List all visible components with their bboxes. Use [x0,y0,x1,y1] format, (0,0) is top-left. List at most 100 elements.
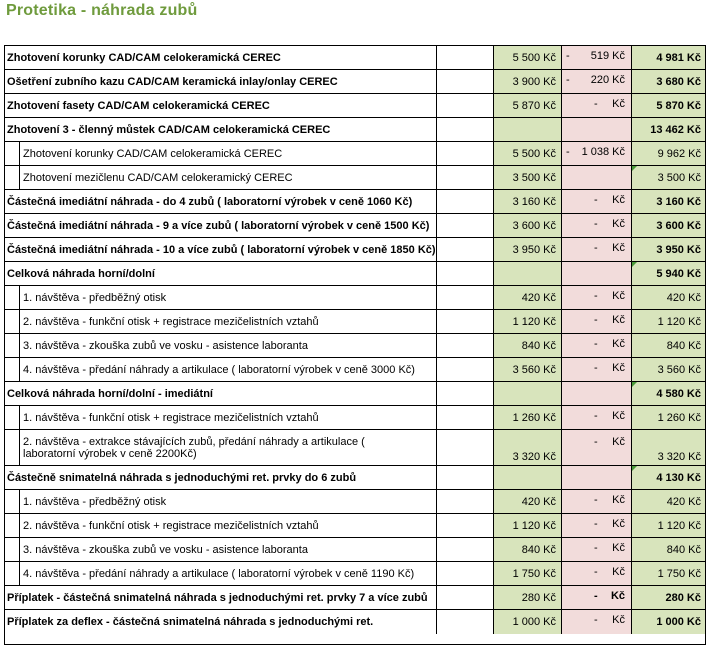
price-value: 840 Kč [521,543,556,556]
discount-dash: - [594,194,598,206]
row-label-text: Zhotovení korunky CAD/CAM celokeramická … [23,147,283,160]
price-value: 840 Kč [521,339,556,352]
discount-cell: - 519 Kč [562,46,632,69]
row-label-text: Částečná imediátní náhrada - 10 a více z… [7,243,436,256]
cell-comment-marker-icon [632,382,637,387]
row-label-text-line2: laboratorní výrobek v ceně 2200Kč) [23,447,197,460]
row-label: Celková náhrada horní/dolní - imediátní [5,382,437,405]
cell-comment-marker-icon [632,262,637,267]
table-row: 1. návštěva - předběžný otisk 420 Kč - Kč 42… [5,286,705,310]
discount-cell: - Kč [562,238,632,261]
discount-value: Kč [612,362,625,374]
empty-cell [437,538,494,561]
empty-cell [437,94,494,117]
final-price-value: 280 Kč [665,591,701,604]
discount-dash: - [566,74,570,86]
discount-cell: - Kč [562,490,632,513]
table-row: Celková náhrada horní/dolní 5 940 Kč [5,262,705,286]
row-label-text: 4. návštěva - předání náhrady a artikula… [23,567,415,580]
discount-value: Kč [612,194,625,206]
discount-cell: - Kč [562,610,632,634]
row-label-text: Částečná imediátní náhrada - do 4 zubů (… [7,195,413,208]
discount-value: Kč [612,494,625,506]
row-label: Příplatek - částečná snimatelná náhrada … [5,586,437,609]
final-price-value: 840 Kč [666,339,701,352]
final-price-cell: 3 950 Kč [632,238,705,261]
row-label: Zhotovení korunky CAD/CAM celokeramická … [5,142,437,165]
price-value: 280 Kč [521,591,556,604]
final-price-cell: 1 000 Kč [632,610,705,634]
price-value: 3 900 Kč [512,75,556,88]
final-price-cell: 4 130 Kč [632,466,705,489]
row-label: Zhotovení 3 - členný můstek CAD/CAM celo… [5,118,437,141]
final-price-cell: 3 680 Kč [632,70,705,93]
price-value: 3 320 Kč [512,451,556,463]
table-row: 2. návštěva - extrakce stávajících zubů,… [5,430,705,466]
discount-cell: -1 038 Kč [562,142,632,165]
final-price-cell: 840 Kč [632,538,705,561]
row-label-text: Celková náhrada horní/dolní - imediátní [7,387,213,400]
final-price-cell: 420 Kč [632,490,705,513]
table-row: 2. návštěva - funkční otisk + registrace… [5,310,705,334]
row-label-text: Celková náhrada horní/dolní [7,267,155,280]
row-label: Zhotovení korunky CAD/CAM celokeramická … [5,46,437,69]
final-price-value: 4 981 Kč [656,51,701,64]
price-value: 1 260 Kč [512,411,556,424]
row-label: 1. návštěva - předběžný otisk [5,490,437,513]
discount-dash: - [594,242,598,254]
final-price-value: 4 580 Kč [656,387,701,400]
price-value: 1 120 Kč [512,315,556,328]
discount-value: Kč [612,314,625,326]
table-row: 2. návštěva - funkční otisk + registrace… [5,514,705,538]
price-cell: 3 560 Kč [494,358,562,381]
price-cell: 1 260 Kč [494,406,562,429]
row-label-text: 2. návštěva - funkční otisk + registrace… [23,315,319,328]
empty-cell [437,406,494,429]
final-price-cell: 1 260 Kč [632,406,705,429]
indent-marker [5,334,20,357]
row-label: Částečná imediátní náhrada - 9 a více zu… [5,214,437,237]
discount-dash: - [594,614,598,626]
row-label-text: Zhotovení 3 - členný můstek CAD/CAM celo… [7,123,331,136]
indent-marker [5,490,20,513]
discount-cell [562,118,632,141]
price-cell [494,118,562,141]
discount-value: Kč [610,590,625,602]
indent-marker [5,166,20,189]
table-row: Zhotovení 3 - členný můstek CAD/CAM celo… [5,118,705,142]
final-price-value: 4 130 Kč [656,471,701,484]
price-cell: 3 900 Kč [494,70,562,93]
price-cell: 5 500 Kč [494,142,562,165]
discount-cell: - Kč [562,586,632,609]
row-label: Částečná imediátní náhrada - do 4 zubů (… [5,190,437,213]
row-label-text: Částečně snimatelná náhrada s jednoduchý… [7,471,357,484]
price-value: 5 870 Kč [512,99,556,112]
empty-cell [437,466,494,489]
row-label: Zhotovení fasety CAD/CAM celokeramická C… [5,94,437,117]
empty-cell [437,358,494,381]
final-price-cell: 3 600 Kč [632,214,705,237]
empty-cell [437,490,494,513]
discount-value: 1 038 Kč [581,146,625,158]
price-value: 3 500 Kč [512,171,556,184]
price-table: Zhotovení korunky CAD/CAM celokeramická … [4,45,706,645]
row-label-text: 1. návštěva - funkční otisk + registrace… [23,411,319,424]
row-label-text: Zhotovení mezičlenu CAD/CAM celokeramick… [23,171,293,184]
empty-cell [437,70,494,93]
empty-cell [437,166,494,189]
discount-dash: - [594,542,598,554]
empty-cell [437,262,494,285]
discount-cell [562,262,632,285]
final-price-cell: 13 462 Kč [632,118,705,141]
table-row: Částečná imediátní náhrada - 10 a více z… [5,238,705,262]
empty-cell [437,514,494,537]
row-label-text: Ošetření zubního kazu CAD/CAM keramická … [7,75,338,88]
price-value: 5 500 Kč [512,147,556,160]
empty-cell [437,190,494,213]
discount-cell: - Kč [562,538,632,561]
discount-value: 220 Kč [590,74,625,86]
discount-cell: - Kč [562,358,632,381]
discount-dash: - [594,218,598,230]
empty-cell [437,334,494,357]
row-label-text: 1. návštěva - předběžný otisk [23,291,167,304]
